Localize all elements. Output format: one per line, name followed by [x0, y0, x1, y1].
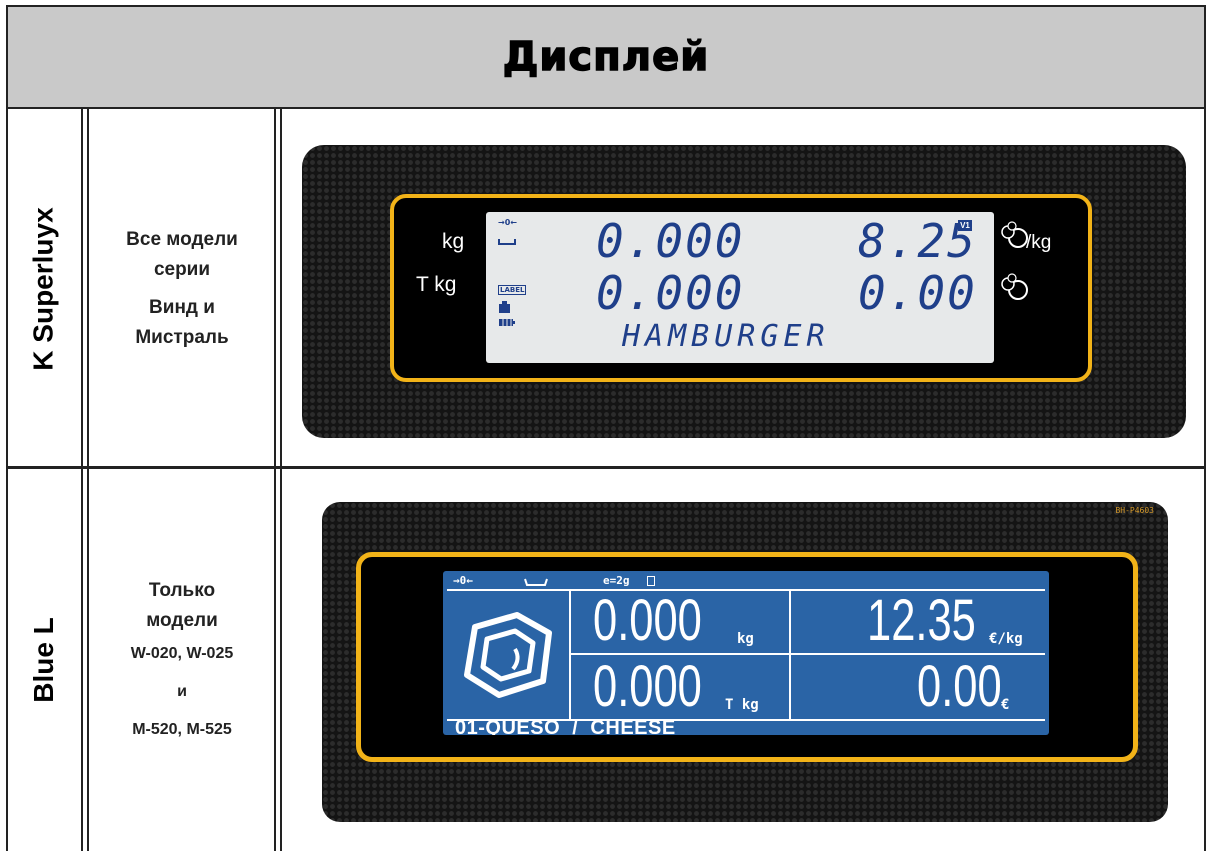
- total-readout: 0.00: [917, 654, 1002, 719]
- weight-readout: 0.000: [596, 214, 745, 268]
- lcd-screen: →0← e=2g 0.000 kg 0.000 T kg 12.35 €/kg …: [443, 571, 1049, 735]
- row-label: Blue L: [28, 617, 59, 703]
- tare-readout: 0.000: [593, 654, 702, 719]
- cheese-icon: [464, 612, 552, 698]
- column-divider: [274, 109, 276, 851]
- product-name: HAMBURGER: [622, 319, 830, 354]
- display-panel-blue-l: BH-P4603 →0← e=2g 0.000 kg 0.000 T kg 12…: [322, 502, 1168, 822]
- price-unit: €/kg: [989, 631, 1023, 647]
- page: Дисплей K Superluyx Все модели серии Вин…: [0, 0, 1212, 851]
- description-line: W-020, W-025: [130, 645, 234, 662]
- division-icon: [499, 301, 510, 313]
- description-line: M-520, M-525: [132, 721, 232, 738]
- page-title: Дисплей: [502, 33, 710, 81]
- label-icon: LABEL: [498, 285, 527, 295]
- row-label-cell: Blue L: [8, 469, 80, 851]
- coin-icon: [1001, 221, 1028, 248]
- display-panel-k-superluyx: kg T kg →0← LABEL 0.000 0.000 8.25 0.00: [302, 145, 1186, 438]
- column-divider: [280, 109, 282, 851]
- coin-icon: [1001, 273, 1028, 300]
- description-line: модели: [146, 610, 218, 631]
- column-divider: [87, 109, 89, 851]
- zero-indicator-icon: →0←: [498, 218, 517, 227]
- row-label-cell: K Superluyx: [8, 111, 80, 466]
- unit-label: T kg: [416, 273, 457, 296]
- tare-unit: T kg: [725, 697, 759, 713]
- description-line: и: [177, 683, 187, 700]
- description-line: Винд и: [149, 296, 215, 318]
- division-indicator: e=2g: [603, 574, 630, 587]
- table-border-right: [1204, 109, 1206, 851]
- total-unit: €: [1001, 697, 1010, 713]
- tray-icon: [498, 239, 516, 245]
- row-description: Все модели серии Винд и Мистраль: [90, 111, 274, 466]
- battery-icon: [499, 319, 515, 326]
- price-unit-label: /kg: [1026, 232, 1052, 253]
- description-line: Мистраль: [135, 326, 229, 348]
- tray-icon: [524, 578, 548, 586]
- display-bezel: →0← e=2g 0.000 kg 0.000 T kg 12.35 €/kg …: [356, 552, 1138, 762]
- weight-readout: 0.000: [593, 588, 702, 653]
- row-description: Только модели W-020, W-025 и M-520, M-52…: [90, 469, 274, 851]
- weight-unit: kg: [737, 631, 754, 647]
- range-icon: [647, 576, 655, 586]
- description-line: Только: [148, 580, 216, 601]
- display-bezel: kg T kg →0← LABEL 0.000 0.000 8.25 0.00: [390, 194, 1092, 382]
- row-label: K Superluyx: [28, 206, 60, 371]
- unit-label: kg: [442, 230, 465, 253]
- product-name: 01-QUESO / CHEESE: [455, 717, 676, 735]
- description-line: серии: [153, 258, 211, 280]
- table-header: Дисплей: [6, 5, 1206, 109]
- column-divider: [81, 109, 83, 851]
- total-readout: 0.00: [858, 266, 977, 320]
- model-tag: BH-P4603: [1115, 506, 1154, 515]
- zero-indicator-icon: →0←: [453, 574, 473, 587]
- description-line: Все модели: [126, 228, 238, 250]
- tare-readout: 0.000: [596, 266, 745, 320]
- lcd-screen: →0← LABEL 0.000 0.000 8.25 0.00 V1 HAMBU…: [486, 212, 994, 363]
- price-readout: 12.35: [867, 588, 976, 653]
- v1-badge: V1: [958, 220, 972, 231]
